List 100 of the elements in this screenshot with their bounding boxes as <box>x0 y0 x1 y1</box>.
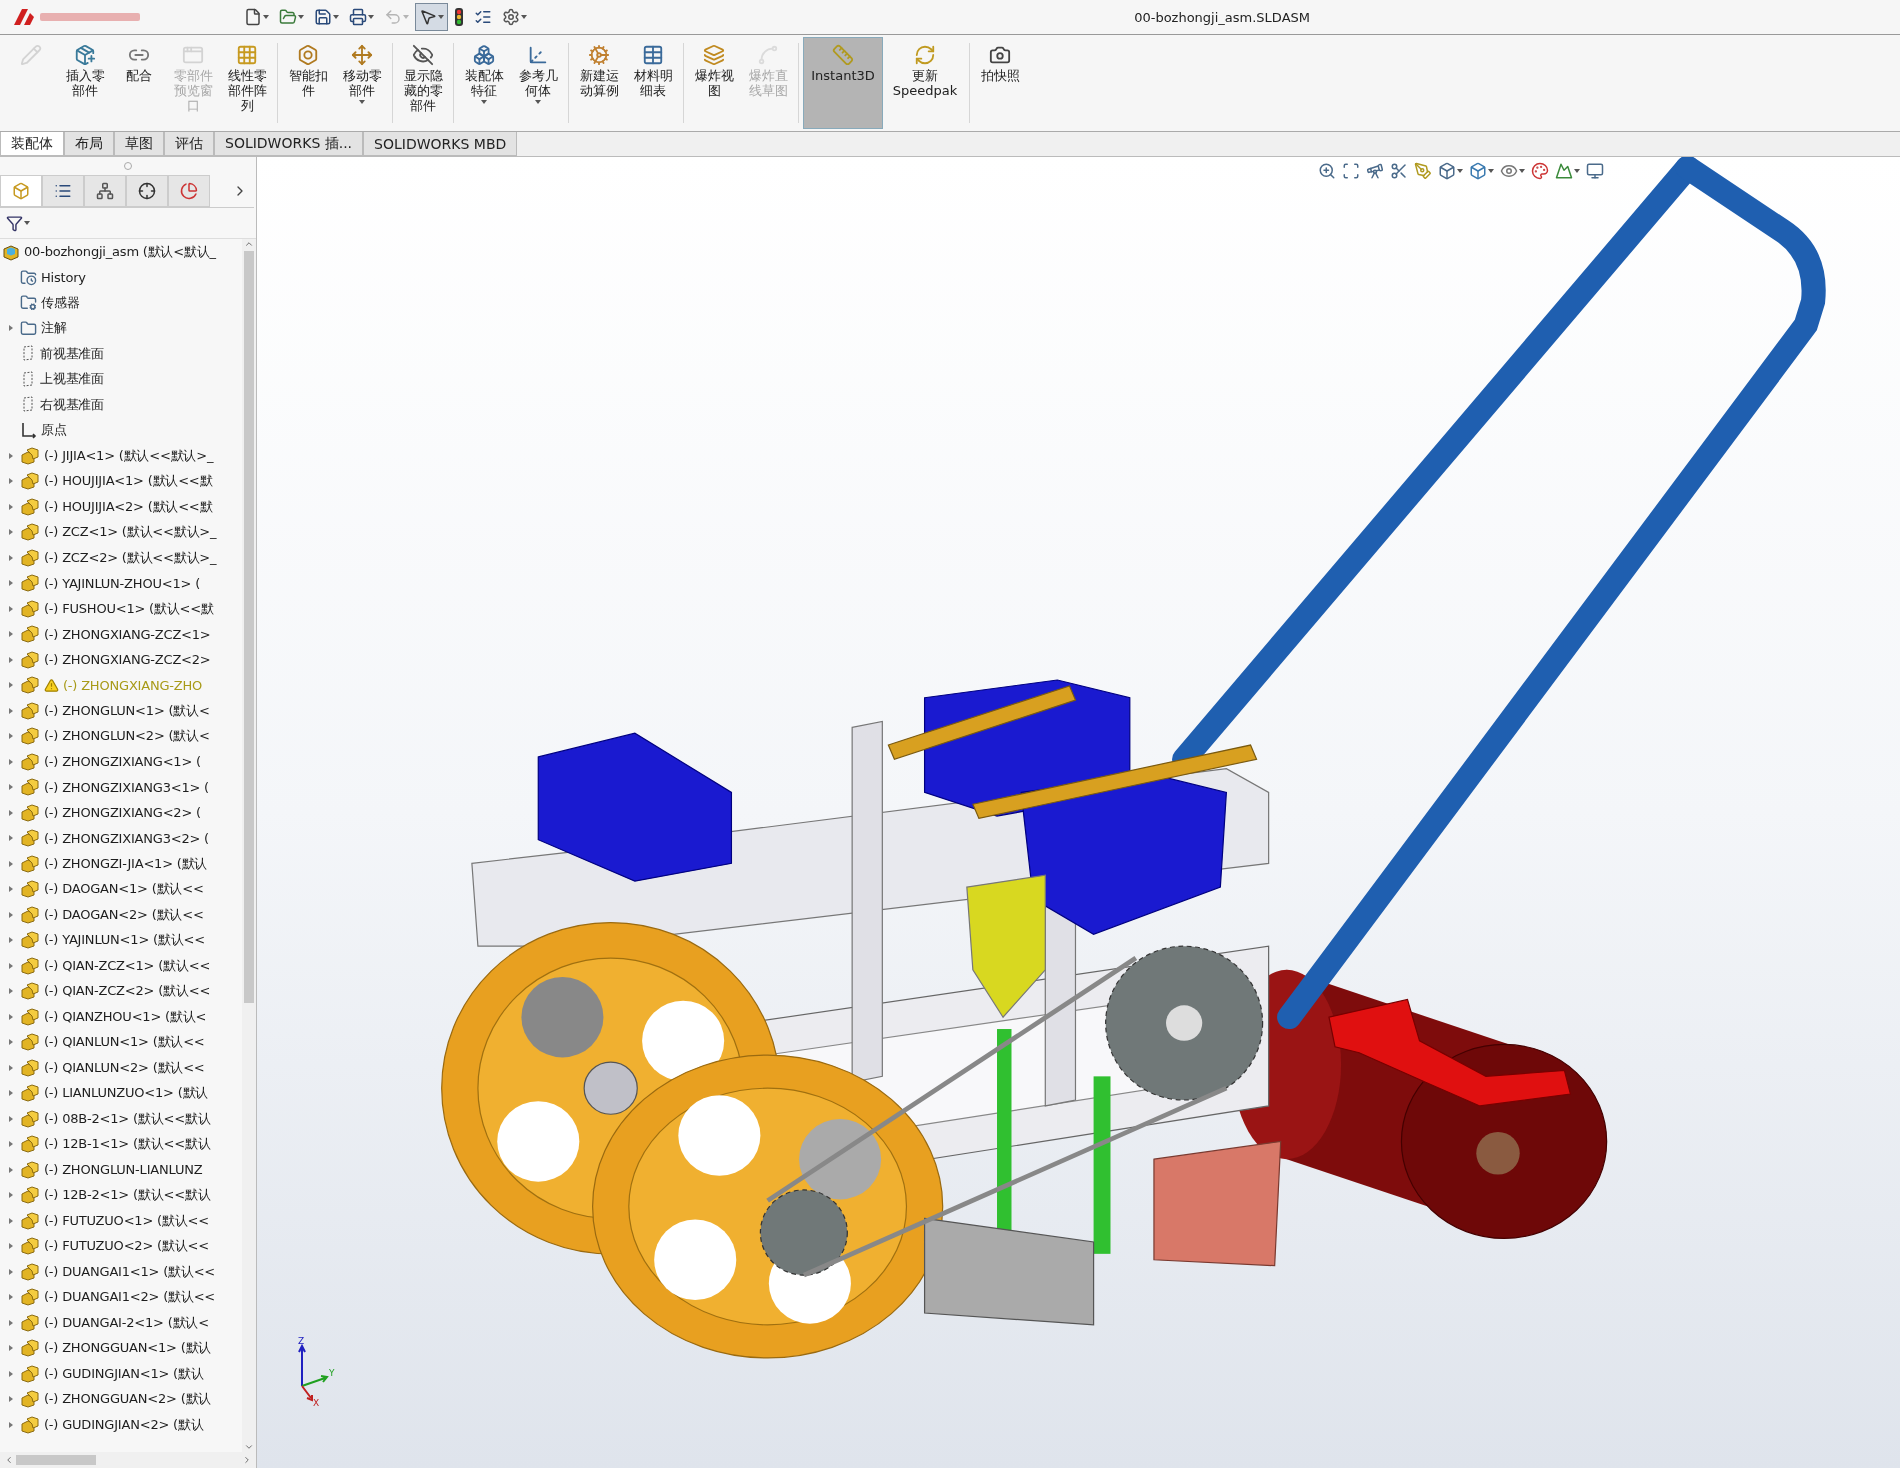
expand-arrow-icon[interactable] <box>9 1345 13 1352</box>
tree-item[interactable]: (-) ZCZ<1> (默认<<默认>_ <box>44 523 217 542</box>
expand-arrow-icon[interactable] <box>9 325 13 332</box>
command-button[interactable]: 配合 <box>113 37 165 129</box>
tree-item[interactable]: (-) ZHONGZIXIANG3<2> ( <box>44 830 209 846</box>
expand-arrow-icon[interactable] <box>9 784 13 791</box>
expand-arrow-icon[interactable] <box>9 809 13 816</box>
tree-item[interactable]: (-) GUDINGJIAN<1> (默认 <box>44 1364 204 1383</box>
tree-item[interactable]: (-) DUANGAI1<1> (默认<< <box>44 1262 216 1281</box>
view-toolbar-button[interactable] <box>1554 161 1581 181</box>
command-button[interactable]: 智能扣件 <box>282 37 334 129</box>
expand-arrow-icon[interactable] <box>9 1268 13 1275</box>
tree-item[interactable]: (-) ZHONGZIXIANG3<1> ( <box>44 779 209 795</box>
scroll-up-icon[interactable] <box>244 239 254 249</box>
view-toolbar-button[interactable] <box>1585 161 1605 181</box>
tree-item[interactable]: 传感器 <box>41 293 80 312</box>
expand-arrow-icon[interactable] <box>9 1192 13 1199</box>
tree-item[interactable]: (-) ZHONGZIXIANG<2> ( <box>44 805 201 821</box>
tree-item[interactable]: (-) QIANLUN<2> (默认<< <box>44 1058 205 1077</box>
expand-arrow-icon[interactable] <box>9 656 13 663</box>
expand-arrow-icon[interactable] <box>9 911 13 918</box>
command-button[interactable]: 插入零部件 <box>59 37 111 129</box>
expand-arrow-icon[interactable] <box>9 605 13 612</box>
tree-item[interactable]: 上视基准面 <box>40 370 104 389</box>
tree-item[interactable]: (-) ZHONGGUAN<1> (默认 <box>44 1339 212 1358</box>
tree-item[interactable]: (-) ZHONGLUN-LIANLUNZ <box>44 1162 203 1178</box>
view-toolbar-button[interactable] <box>1341 161 1361 181</box>
expand-arrow-icon[interactable] <box>9 1396 13 1403</box>
tree-item[interactable]: (-) ZHONGZI-JIA<1> (默认 <box>44 854 208 873</box>
scrollbar[interactable] <box>242 239 256 1452</box>
expand-arrow-icon[interactable] <box>9 1013 13 1020</box>
tree-item[interactable]: (-) DUANGAI1<2> (默认<< <box>44 1288 216 1307</box>
tree-item[interactable]: (-) 12B-1<1> (默认<<默认 <box>44 1135 211 1154</box>
tree-item[interactable]: 注解 <box>41 319 67 338</box>
command-button[interactable]: Instant3D <box>803 37 883 129</box>
expand-arrow-icon[interactable] <box>9 554 13 561</box>
tab[interactable]: 装配体 <box>0 132 64 156</box>
tree-item[interactable]: (-) ZHONGXIANG-ZCZ<2> <box>44 652 211 668</box>
toolbar-button[interactable] <box>415 3 448 31</box>
tree-item[interactable]: (-) ZHONGZIXIANG<1> ( <box>44 754 201 770</box>
expand-arrow-icon[interactable] <box>9 1217 13 1224</box>
expand-arrow-icon[interactable] <box>9 529 13 536</box>
panel-tab[interactable] <box>42 175 84 207</box>
tree-item[interactable]: (-) GUDINGJIAN<2> (默认 <box>44 1415 204 1434</box>
expand-arrow-icon[interactable] <box>9 580 13 587</box>
expand-arrow-icon[interactable] <box>9 962 13 969</box>
tree-item[interactable]: (-) DAOGAN<1> (默认<< <box>44 880 204 899</box>
tree-item[interactable]: (-) YAJINLUN<1> (默认<< <box>44 931 205 950</box>
expand-arrow-icon[interactable] <box>9 1064 13 1071</box>
command-button[interactable]: 材料明细表 <box>627 37 679 129</box>
tree-item[interactable]: 前视基准面 <box>40 344 104 363</box>
expand-arrow-icon[interactable] <box>9 1319 13 1326</box>
expand-arrow-icon[interactable] <box>9 835 13 842</box>
view-toolbar-button[interactable] <box>1317 161 1337 181</box>
command-button[interactable]: 移动零部件 <box>336 37 388 129</box>
tree-item[interactable]: (-) FUTUZUO<1> (默认<< <box>44 1211 209 1230</box>
expand-arrow-icon[interactable] <box>9 631 13 638</box>
expand-arrow-icon[interactable] <box>9 1421 13 1428</box>
tree-item[interactable]: (-) FUSHOU<1> (默认<<默 <box>44 599 214 618</box>
tree-item[interactable]: 原点 <box>41 421 67 440</box>
expand-arrow-icon[interactable] <box>9 758 13 765</box>
expand-arrow-icon[interactable] <box>9 886 13 893</box>
command-button[interactable]: 拍快照 <box>974 37 1026 129</box>
expand-arrow-icon[interactable] <box>9 860 13 867</box>
view-toolbar-button[interactable] <box>1437 161 1464 181</box>
tree-item[interactable]: (-) QIANLUN<1> (默认<< <box>44 1033 205 1052</box>
expand-arrow-icon[interactable] <box>9 988 13 995</box>
panel-tab[interactable] <box>168 175 210 207</box>
tree-item[interactable]: (-) HOUJIJIA<1> (默认<<默 <box>44 472 213 491</box>
tree-item[interactable]: (-) 12B-2<1> (默认<<默认 <box>44 1186 211 1205</box>
tab[interactable]: 布局 <box>64 132 114 156</box>
command-button[interactable]: 显示隐藏的零部件 <box>397 37 449 129</box>
tree-item[interactable]: History <box>41 269 86 285</box>
expand-arrow-icon[interactable] <box>9 503 13 510</box>
tree-item[interactable]: (-) ZHONGLUN<2> (默认< <box>44 727 210 746</box>
expand-arrow-icon[interactable] <box>9 733 13 740</box>
tree-item[interactable]: (-) DAOGAN<2> (默认<< <box>44 905 204 924</box>
tree-item[interactable]: (-) ZHONGGUAN<2> (默认 <box>44 1390 212 1409</box>
tree-item[interactable]: (-) QIAN-ZCZ<1> (默认<< <box>44 956 211 975</box>
tree-item[interactable]: (-) HOUJIJIA<2> (默认<<默 <box>44 497 213 516</box>
scroll-left-icon[interactable] <box>4 1455 14 1465</box>
expand-arrow-icon[interactable] <box>9 937 13 944</box>
command-button[interactable]: 爆炸视图 <box>688 37 740 129</box>
command-button[interactable]: 装配体特征 <box>458 37 510 129</box>
tab[interactable]: 评估 <box>164 132 214 156</box>
tab[interactable]: 草图 <box>114 132 164 156</box>
command-button[interactable]: 更新Speedpak <box>885 37 965 129</box>
panel-tab[interactable] <box>84 175 126 207</box>
tab[interactable]: SOLIDWORKS 插... <box>214 132 364 156</box>
command-button[interactable]: 线性零部件阵列 <box>221 37 273 129</box>
view-toolbar-button[interactable] <box>1530 161 1550 181</box>
expand-arrow-icon[interactable] <box>9 1370 13 1377</box>
view-toolbar-button[interactable] <box>1413 161 1433 181</box>
tree-item[interactable]: (-) QIANZHOU<1> (默认< <box>44 1007 207 1026</box>
tree-item[interactable]: (-) DUANGAI-2<1> (默认< <box>44 1313 209 1332</box>
horizontal-scrollbar[interactable] <box>0 1452 256 1468</box>
expand-arrow-icon[interactable] <box>9 682 13 689</box>
expand-arrow-icon[interactable] <box>9 1039 13 1046</box>
tree-item[interactable]: 00-bozhongji_asm (默认<默认_ <box>24 242 216 261</box>
command-button[interactable]: 新建运动算例 <box>573 37 625 129</box>
